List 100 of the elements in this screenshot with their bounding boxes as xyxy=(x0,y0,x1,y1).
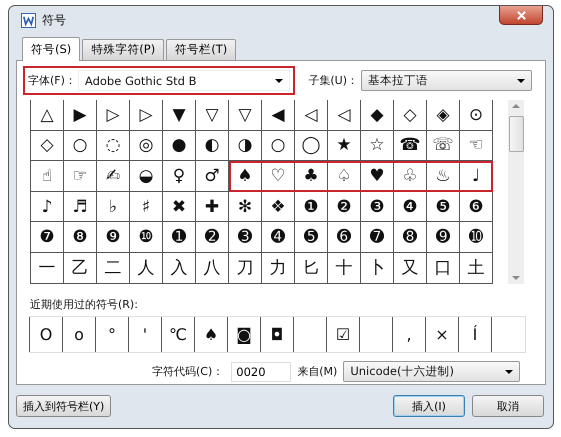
symbol-cell[interactable]: ◁ xyxy=(328,100,361,131)
recent-symbol-cell[interactable]: ' xyxy=(128,316,162,352)
symbol-cell[interactable]: 人 xyxy=(130,252,163,284)
symbol-cell[interactable]: 二 xyxy=(97,252,130,284)
dialog-button[interactable]: 插入(I) xyxy=(393,395,465,418)
subset-dropdown[interactable]: 基本拉丁语 xyxy=(361,70,532,92)
symbol-cell[interactable]: ❿ xyxy=(130,222,163,253)
symbol-cell[interactable]: ➍ xyxy=(262,222,295,253)
recent-symbol-cell[interactable]: ◘ xyxy=(260,316,294,352)
recent-symbol-cell[interactable]: ° xyxy=(95,316,129,352)
symbol-cell[interactable]: ✚ xyxy=(196,192,229,222)
symbol-cell[interactable]: ✻ xyxy=(229,192,262,222)
symbol-cell[interactable]: ◐ xyxy=(196,130,229,162)
symbol-cell[interactable]: ♀ xyxy=(163,161,196,192)
symbol-cell[interactable]: ➊ xyxy=(163,222,196,253)
symbol-cell[interactable]: ❾ xyxy=(97,222,130,253)
symbol-cell[interactable]: ★ xyxy=(328,130,361,162)
symbol-cell[interactable]: 土 xyxy=(460,252,493,284)
symbol-cell[interactable]: ♤ xyxy=(328,161,361,192)
symbol-cell[interactable]: ⊙ xyxy=(460,100,493,131)
recent-symbol-cell[interactable]: ◙ xyxy=(227,316,261,352)
symbol-cell[interactable]: ♪ xyxy=(31,192,64,222)
symbol-cell[interactable]: △ xyxy=(31,100,64,131)
symbol-cell[interactable]: ☆ xyxy=(361,130,394,162)
symbol-cell[interactable]: ❻ xyxy=(460,192,493,222)
symbol-cell[interactable]: ➋ xyxy=(196,222,229,253)
symbol-cell[interactable]: ❷ xyxy=(328,192,361,222)
symbol-cell[interactable]: ❹ xyxy=(394,192,427,222)
symbol-cell[interactable]: ▽ xyxy=(229,100,262,131)
symbol-cell[interactable]: ● xyxy=(163,130,196,162)
symbol-cell[interactable]: ❶ xyxy=(295,192,328,222)
symbol-cell[interactable]: ○ xyxy=(262,130,295,162)
recent-symbol-cell[interactable]: ☑ xyxy=(326,316,360,352)
symbol-cell[interactable]: ▽ xyxy=(196,100,229,131)
symbol-cell[interactable]: ➒ xyxy=(427,222,460,253)
from-dropdown[interactable]: Unicode(十六进制) xyxy=(343,361,520,382)
symbol-cell[interactable]: ◆ xyxy=(361,100,394,131)
symbol-cell[interactable]: ♧ xyxy=(394,161,427,192)
symbol-cell[interactable]: ◑ xyxy=(229,130,262,162)
symbol-cell[interactable]: ♣ xyxy=(295,161,328,192)
symbol-cell[interactable]: ➐ xyxy=(361,222,394,253)
symbol-cell[interactable]: ◈ xyxy=(427,100,460,131)
symbol-cell[interactable]: ◇ xyxy=(31,130,64,162)
symbol-cell[interactable]: ◯ xyxy=(295,130,328,162)
recent-symbol-cell[interactable]: Í xyxy=(458,316,492,352)
symbol-cell[interactable]: ❺ xyxy=(427,192,460,222)
symbol-cell[interactable]: ▷ xyxy=(130,100,163,131)
symbol-cell[interactable]: 匕 xyxy=(295,252,328,284)
recent-symbol-cell[interactable]: , xyxy=(392,316,426,352)
dialog-button[interactable]: 插入到符号栏(Y) xyxy=(16,395,112,418)
symbol-cell[interactable]: 十 xyxy=(328,252,361,284)
symbol-cell[interactable]: ○ xyxy=(64,130,97,162)
symbol-cell[interactable]: 力 xyxy=(262,252,295,284)
symbol-cell[interactable]: ➏ xyxy=(328,222,361,253)
symbol-cell[interactable]: ◒ xyxy=(130,161,163,192)
symbol-cell[interactable]: ♭ xyxy=(97,192,130,222)
symbol-cell[interactable]: ♠ xyxy=(229,161,262,192)
recent-symbol-cell[interactable]: × xyxy=(425,316,459,352)
recent-symbol-cell[interactable]: o xyxy=(62,316,96,352)
symbol-cell[interactable]: ◎ xyxy=(130,130,163,162)
symbol-cell[interactable]: ❖ xyxy=(262,192,295,222)
scrollbar[interactable] xyxy=(508,100,524,284)
symbol-cell[interactable]: ☜ xyxy=(460,130,493,162)
symbol-cell[interactable]: ◀ xyxy=(262,100,295,131)
symbol-cell[interactable]: ♨ xyxy=(427,161,460,192)
tab[interactable]: 符号栏(T) xyxy=(166,38,236,60)
symbol-cell[interactable]: ✍ xyxy=(97,161,130,192)
symbol-cell[interactable]: ◌ xyxy=(97,130,130,162)
symbol-cell[interactable]: ♡ xyxy=(262,161,295,192)
dialog-button[interactable]: 取消 xyxy=(472,395,544,418)
symbol-cell[interactable]: ☝ xyxy=(31,161,64,192)
symbol-cell[interactable]: 一 xyxy=(31,252,64,284)
symbol-cell[interactable]: 八 xyxy=(196,252,229,284)
symbol-cell[interactable]: ☏ xyxy=(427,130,460,162)
recent-symbol-cell[interactable]: ♠ xyxy=(194,316,228,352)
symbol-cell[interactable]: ♩ xyxy=(460,161,493,192)
symbol-cell[interactable]: ➎ xyxy=(295,222,328,253)
symbol-cell[interactable]: 乙 xyxy=(64,252,97,284)
symbol-cell[interactable]: 入 xyxy=(163,252,196,284)
symbol-cell[interactable]: ❸ xyxy=(361,192,394,222)
font-dropdown[interactable]: Adobe Gothic Std B xyxy=(78,70,290,92)
symbol-cell[interactable]: ➌ xyxy=(229,222,262,253)
close-button[interactable] xyxy=(499,6,543,25)
symbol-cell[interactable]: 又 xyxy=(394,252,427,284)
symbol-cell[interactable]: ◁ xyxy=(295,100,328,131)
scroll-thumb[interactable] xyxy=(508,116,524,152)
symbol-cell[interactable]: ♬ xyxy=(64,192,97,222)
symbol-cell[interactable]: 卜 xyxy=(361,252,394,284)
recent-symbol-cell[interactable]: O xyxy=(29,316,63,352)
symbol-cell[interactable]: ➓ xyxy=(460,222,493,253)
symbol-cell[interactable]: ♂ xyxy=(196,161,229,192)
symbol-cell[interactable]: ☎ xyxy=(394,130,427,162)
recent-symbol-cell[interactable]: ℃ xyxy=(161,316,195,352)
symbol-cell[interactable]: ❽ xyxy=(64,222,97,253)
symbol-cell[interactable]: ▶ xyxy=(64,100,97,131)
symbol-cell[interactable]: ✖ xyxy=(163,192,196,222)
symbol-cell[interactable]: ♥ xyxy=(361,161,394,192)
char-code-field[interactable]: 0020 xyxy=(231,362,292,382)
symbol-cell[interactable]: ☞ xyxy=(64,161,97,192)
symbol-cell[interactable]: ▷ xyxy=(97,100,130,131)
